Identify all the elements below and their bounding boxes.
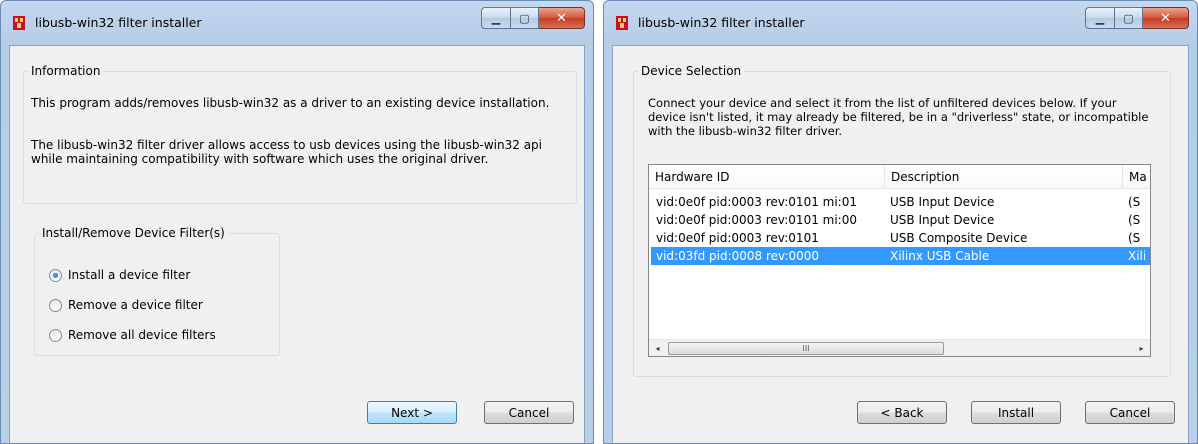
filter-options-legend: Install/Remove Device Filter(s) [42, 226, 225, 240]
libusb-app-icon [13, 16, 25, 30]
dialog-client-area: Device Selection Connect your device and… [612, 45, 1189, 443]
device-list[interactable]: Hardware ID Description Ma vid:0e0f pid:… [648, 164, 1151, 357]
install-button[interactable]: Install [971, 401, 1061, 424]
radio-checked-icon[interactable] [49, 268, 62, 282]
manufacturer-cell: (S [1128, 213, 1141, 227]
cancel-button[interactable]: Cancel [484, 401, 574, 424]
column-manufacturer[interactable]: Ma [1123, 165, 1150, 189]
radio-unchecked-icon[interactable] [49, 328, 62, 342]
description-cell: USB Input Device [890, 213, 995, 227]
filter-options-group: Install/Remove Device Filter(s) Install … [34, 226, 280, 356]
close-button[interactable]: ✕ [539, 7, 585, 29]
hardware-id-cell: vid:0e0f pid:0003 rev:0101 mi:01 [656, 195, 857, 209]
scroll-left-icon[interactable]: ◂ [649, 340, 666, 356]
description-cell: USB Input Device [890, 195, 995, 209]
manufacturer-cell: (S [1128, 195, 1141, 209]
close-button[interactable]: ✕ [1143, 7, 1189, 29]
installer-window-right: libusb-win32 filter installer ▁ ▢ ✕ Devi… [603, 0, 1198, 444]
libusb-app-icon [616, 16, 628, 30]
device-selection-group: Device Selection Connect your device and… [633, 64, 1171, 377]
window-controls: ▁ ▢ ✕ [1085, 7, 1189, 29]
title-bar[interactable]: libusb-win32 filter installer ▁ ▢ ✕ [1, 1, 593, 45]
minimize-button[interactable]: ▁ [481, 7, 511, 29]
table-row[interactable]: vid:0e0f pid:0003 rev:0101 mi:00 USB Inp… [651, 211, 1150, 229]
information-legend: Information [31, 64, 101, 78]
info-paragraph-2: The libusb-win32 filter driver allows ac… [31, 138, 543, 166]
table-row[interactable]: vid:0e0f pid:0003 rev:0101 USB Composite… [651, 229, 1150, 247]
device-list-header: Hardware ID Description Ma [649, 165, 1150, 189]
back-button[interactable]: < Back [857, 401, 947, 424]
scrollbar-thumb[interactable]: III [668, 342, 944, 355]
maximize-button[interactable]: ▢ [1115, 7, 1143, 29]
cancel-button[interactable]: Cancel [1085, 401, 1175, 424]
window-title: libusb-win32 filter installer [35, 15, 202, 30]
scroll-right-icon[interactable]: ▸ [1133, 340, 1150, 356]
installer-window-left: libusb-win32 filter installer ▁ ▢ ✕ Info… [0, 0, 594, 444]
next-button[interactable]: Next > [367, 401, 457, 424]
info-paragraph-1: This program adds/removes libusb-win32 a… [31, 96, 550, 110]
radio-install-filter[interactable]: Install a device filter [49, 267, 190, 283]
manufacturer-cell: Xili [1128, 249, 1147, 263]
horizontal-scrollbar[interactable]: ◂ III ▸ [649, 339, 1150, 356]
maximize-button[interactable]: ▢ [511, 7, 539, 29]
device-selection-legend: Device Selection [641, 64, 742, 78]
device-selection-paragraph: Connect your device and select it from t… [648, 96, 1149, 138]
table-row-selected[interactable]: vid:03fd pid:0008 rev:0000 Xilinx USB Ca… [651, 247, 1150, 265]
description-cell: Xilinx USB Cable [890, 249, 990, 263]
manufacturer-cell: (S [1128, 231, 1141, 245]
window-title: libusb-win32 filter installer [638, 15, 805, 30]
radio-unchecked-icon[interactable] [49, 298, 62, 312]
column-hardware-id[interactable]: Hardware ID [649, 165, 885, 189]
radio-remove-filter[interactable]: Remove a device filter [49, 297, 203, 313]
column-description[interactable]: Description [885, 165, 1123, 189]
radio-remove-all-label: Remove all device filters [68, 328, 216, 342]
hardware-id-cell: vid:03fd pid:0008 rev:0000 [656, 249, 820, 263]
title-bar[interactable]: libusb-win32 filter installer ▁ ▢ ✕ [604, 1, 1197, 45]
hardware-id-cell: vid:0e0f pid:0003 rev:0101 mi:00 [656, 213, 857, 227]
radio-remove-label: Remove a device filter [68, 298, 203, 312]
window-controls: ▁ ▢ ✕ [481, 7, 585, 29]
dialog-client-area: Information This program adds/removes li… [9, 45, 585, 443]
information-group: Information This program adds/removes li… [23, 64, 577, 204]
hardware-id-cell: vid:0e0f pid:0003 rev:0101 [656, 231, 819, 245]
table-row[interactable]: vid:0e0f pid:0003 rev:0101 mi:01 USB Inp… [651, 193, 1150, 211]
description-cell: USB Composite Device [890, 231, 1028, 245]
radio-remove-all-filters[interactable]: Remove all device filters [49, 327, 216, 343]
minimize-button[interactable]: ▁ [1085, 7, 1115, 29]
radio-install-label: Install a device filter [68, 268, 191, 282]
